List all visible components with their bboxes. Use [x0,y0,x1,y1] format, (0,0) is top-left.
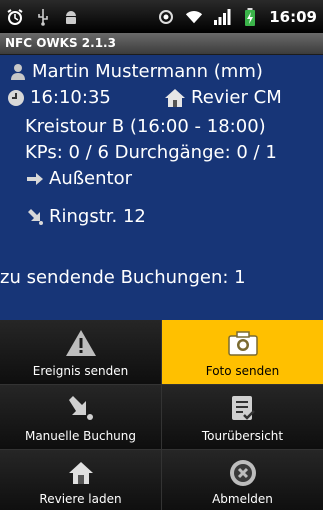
next-location-row: Außentor [25,168,132,189]
usb-icon [34,8,52,26]
send-event-button[interactable]: Ereignis senden [0,320,161,384]
logout-label: Abmelden [212,492,273,506]
send-event-label: Ereignis senden [32,364,129,378]
house-icon [163,88,187,108]
revier-row: Revier CM [163,87,282,108]
arrow-right-icon [25,169,45,189]
arrow-down-right-icon [64,393,98,423]
load-reviere-label: Reviere laden [39,492,122,506]
wifi-icon [185,8,203,26]
tour-overview-button[interactable]: Tourübersicht [162,385,323,449]
camera-icon [226,328,260,358]
alarm-icon [6,8,24,26]
status-time: 16:09 [269,7,317,26]
warning-icon [64,328,98,358]
info-panel: Martin Mustermann (mm) 16:10:35 Revier C… [0,55,323,320]
signal-icon [213,8,231,26]
send-photo-label: Foto senden [205,364,280,378]
app-title: NFC OWKS 2.1.3 [0,33,323,55]
battery-charging-icon [241,7,259,26]
clock-time: 16:10:35 [30,87,111,108]
address: Ringstr. 12 [49,206,146,227]
close-circle-icon [226,458,260,488]
address-row: Ringstr. 12 [25,206,146,227]
clock-icon [6,88,26,108]
android-debug-icon [62,8,80,26]
clock-row: 16:10:35 [6,87,111,108]
status-bar: 16:09 [0,0,323,33]
pending-bookings: zu sendende Buchungen: 1 [0,267,246,288]
user-row: Martin Mustermann (mm) [8,61,263,82]
next-location: Außentor [49,168,133,189]
manual-booking-label: Manuelle Buchung [24,429,137,443]
house-icon [64,458,98,488]
tour-name: Kreistour B (16:00 - 18:00) [25,116,266,137]
tour-overview-label: Tourübersicht [201,429,284,443]
kp-counter: KPs: 0 / 6 Durchgänge: 0 / 1 [25,142,277,163]
revier-name: Revier CM [191,87,282,108]
load-reviere-button[interactable]: Reviere laden [0,450,161,510]
gps-icon [157,8,175,26]
user-icon [8,62,28,82]
action-grid: Ereignis senden Foto senden Manuelle Buc… [0,320,323,510]
arrow-down-right-icon [25,207,45,227]
send-photo-button[interactable]: Foto senden [162,320,323,384]
user-name: Martin Mustermann (mm) [32,61,263,82]
logout-button[interactable]: Abmelden [162,450,323,510]
manual-booking-button[interactable]: Manuelle Buchung [0,385,161,449]
checklist-icon [226,393,260,423]
